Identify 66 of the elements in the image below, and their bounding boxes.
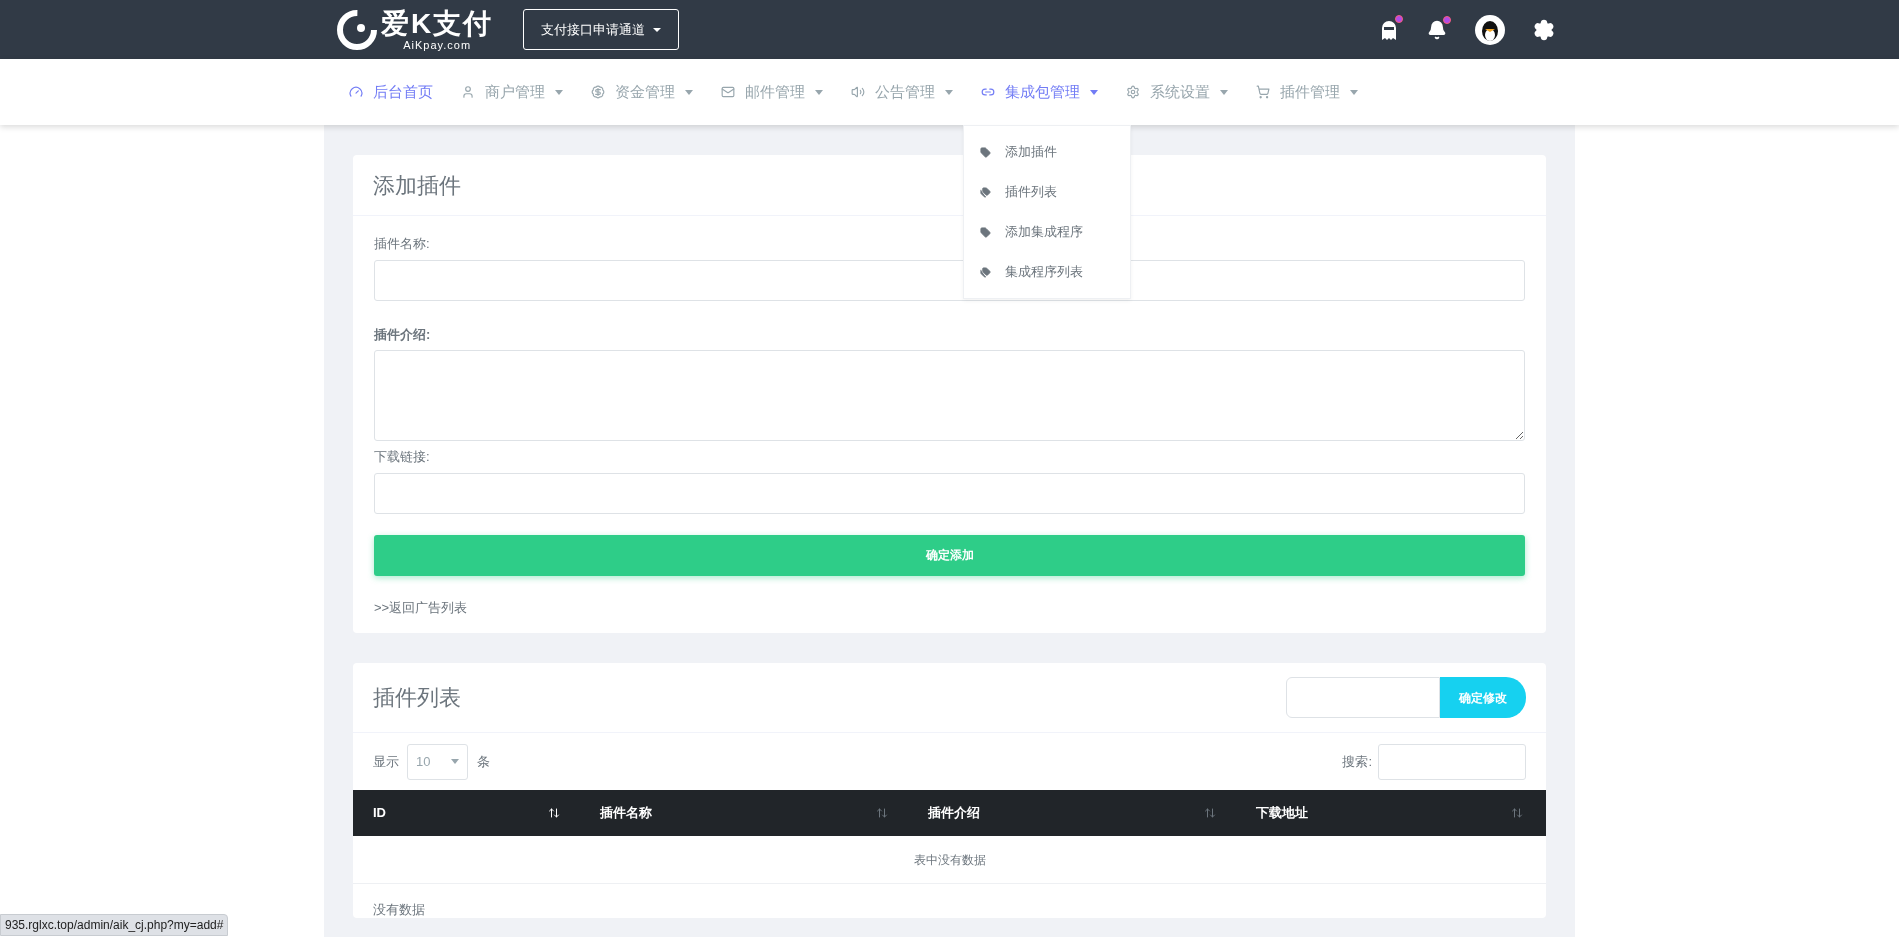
column-header[interactable]: 插件介绍	[908, 803, 1236, 823]
back-link[interactable]: >>返回广告列表	[374, 597, 468, 617]
sort-icon	[548, 807, 560, 819]
bell-icon[interactable]	[1427, 19, 1447, 40]
column-header[interactable]: 下载地址	[1236, 803, 1543, 823]
sort-icon	[1204, 807, 1216, 819]
search-field[interactable]	[1378, 743, 1526, 780]
caret-icon	[555, 89, 563, 95]
mail-icon	[721, 85, 735, 99]
sort-icon	[876, 807, 888, 819]
nav-menu-item[interactable]: 公告管理	[851, 80, 953, 104]
dropdown-item[interactable]: 添加集成程序	[964, 212, 1130, 252]
page-size-select[interactable]: 10	[407, 743, 468, 780]
user-icon	[461, 85, 475, 99]
card-title: 添加插件	[373, 171, 461, 200]
field-label: 插件名称:	[374, 235, 431, 253]
card-title: 插件列表	[373, 684, 461, 712]
tag-icon	[980, 146, 991, 158]
input-field[interactable]	[374, 259, 1525, 301]
nav-menu-item[interactable]: 商户管理	[461, 80, 563, 104]
caret-icon	[815, 89, 823, 95]
dollar-icon	[591, 85, 605, 99]
field-label: 插件介绍:	[374, 325, 432, 344]
nav-menu-item[interactable]: 插件管理	[1256, 80, 1358, 104]
submit-button[interactable]: 确定添加	[374, 534, 1525, 576]
gauge-icon	[349, 85, 363, 99]
link-icon	[981, 85, 995, 99]
dropdown-item[interactable]: 集成程序列表	[964, 252, 1130, 292]
caret-icon	[1090, 89, 1098, 95]
column-header[interactable]: ID	[353, 803, 580, 823]
table-info: 没有数据	[372, 901, 426, 918]
unit-label: 条	[477, 752, 490, 771]
empty-table-message: 表中没有数据	[353, 836, 1546, 884]
tags-icon	[980, 266, 991, 278]
ghost-icon[interactable]	[1379, 18, 1399, 41]
search-label: 搜索:	[1342, 752, 1372, 771]
cart-icon	[1256, 85, 1270, 99]
tags-icon	[980, 186, 991, 198]
tag-icon	[980, 226, 991, 238]
dropdown-item[interactable]: 插件列表	[964, 172, 1130, 212]
caret-icon	[653, 27, 662, 32]
field-label: 下载链接:	[374, 448, 431, 466]
sort-icon	[1511, 807, 1523, 819]
nav-menu-item[interactable]: 系统设置	[1126, 80, 1228, 104]
caret-icon	[1220, 89, 1228, 95]
caret-icon	[451, 759, 459, 764]
caret-icon	[685, 89, 693, 95]
textarea-field[interactable]	[374, 350, 1525, 441]
nav-menu-item[interactable]: 资金管理	[591, 80, 693, 104]
status-url: 935.rglxc.top/admin/aik_cj.php?my=add#	[0, 914, 229, 936]
logo-icon	[337, 9, 377, 50]
speaker-icon	[851, 85, 865, 99]
nav-menu-item[interactable]: 邮件管理	[721, 80, 823, 104]
nav-menu-item[interactable]: 集成包管理	[981, 80, 1098, 104]
input-field[interactable]	[374, 472, 1525, 514]
column-header[interactable]: 插件名称	[580, 803, 908, 823]
avatar-icon[interactable]	[1475, 14, 1505, 45]
logo-text: 爱K支付	[381, 8, 494, 39]
logo-subtext: AiKpay.com	[403, 38, 472, 51]
channel-dropdown-button[interactable]: 支付接口申请通道	[523, 9, 680, 50]
input-field[interactable]	[1286, 677, 1440, 718]
caret-icon	[1350, 89, 1358, 95]
show-label: 显示	[373, 752, 399, 771]
caret-icon	[945, 89, 953, 95]
dropdown-item[interactable]: 添加插件	[964, 132, 1130, 172]
nav-menu-item[interactable]: 后台首页	[349, 80, 433, 104]
